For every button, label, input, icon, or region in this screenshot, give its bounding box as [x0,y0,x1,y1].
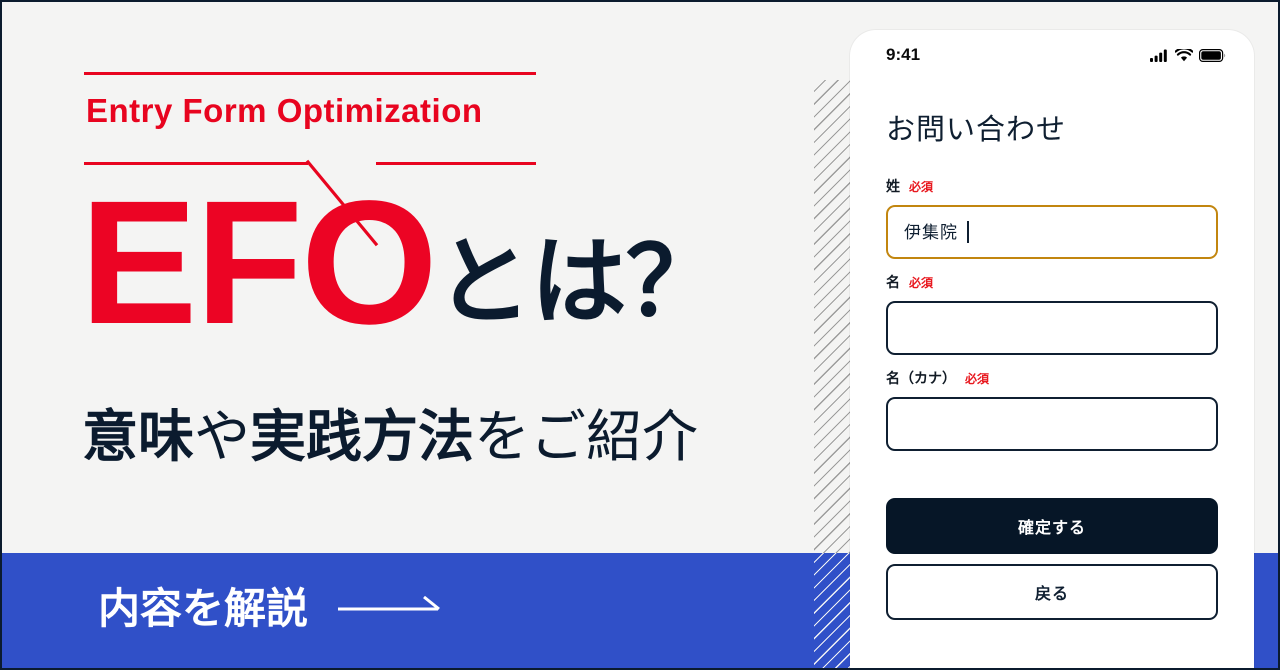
subtitle-part-1: 意味 [82,405,194,468]
field-mei-kana: 名（カナ） 必須 [886,368,1218,451]
battery-icon [1199,48,1226,62]
field-mei-label: 名 [886,274,900,290]
title-accent-efo: EFO [80,165,438,361]
field-mei-kana-label: 名（カナ） [886,370,956,386]
field-sei-required-badge: 必須 [909,180,934,194]
field-mei-kana-required-badge: 必須 [965,372,990,386]
title-suffix-toha: とは？ [435,229,722,337]
phone-mockup: 9:41 お問い合わせ 姓 必須 伊集院 名 必須 名（カナ） 必須 確定する … [850,30,1254,668]
status-time: 9:41 [886,45,921,64]
poster-canvas: Entry Form Optimization EFO とは？ 意味や実践方法を… [0,0,1280,670]
form-actions: 確定する 戻る [850,464,1254,620]
subtitle-part-3: 実践方法 [250,405,474,468]
field-sei-value: 伊集院 [904,222,958,242]
field-mei-kana-input[interactable] [886,397,1218,451]
field-mei-input[interactable] [886,301,1218,355]
subtitle: 意味や実践方法をご紹介 [82,406,698,468]
field-mei-required-badge: 必須 [909,276,934,290]
confirm-button[interactable]: 確定する [886,498,1218,554]
field-mei-kana-label-row: 名（カナ） 必須 [886,368,1218,388]
eyebrow-text: Entry Form Optimization [86,92,483,129]
text-caret [967,221,969,243]
banner-label: 内容を解説 [98,585,309,632]
arrow-right-icon [338,596,440,611]
status-bar: 9:41 [850,30,1254,74]
page-title: EFO とは？ [80,165,722,361]
contact-form: 姓 必須 伊集院 名 必須 名（カナ） 必須 [850,148,1254,451]
field-mei: 名 必須 [886,272,1218,355]
wifi-icon [1175,48,1193,61]
field-sei-label-row: 姓 必須 [886,176,1218,196]
eyebrow-block: Entry Form Optimization [84,72,536,247]
subtitle-part-2: や [194,405,250,468]
field-mei-label-row: 名 必須 [886,272,1218,292]
status-icons [1150,48,1226,62]
screen-title: お問い合わせ [886,114,1067,146]
field-sei-input[interactable]: 伊集院 [886,205,1218,259]
subtitle-part-4: をご紹介 [474,405,698,468]
cellular-signal-icon [1150,49,1167,62]
field-sei-label: 姓 [886,178,900,194]
field-sei: 姓 必須 伊集院 [886,176,1218,259]
banner-cta: 内容を解説 [98,588,442,630]
back-button[interactable]: 戻る [886,564,1218,620]
